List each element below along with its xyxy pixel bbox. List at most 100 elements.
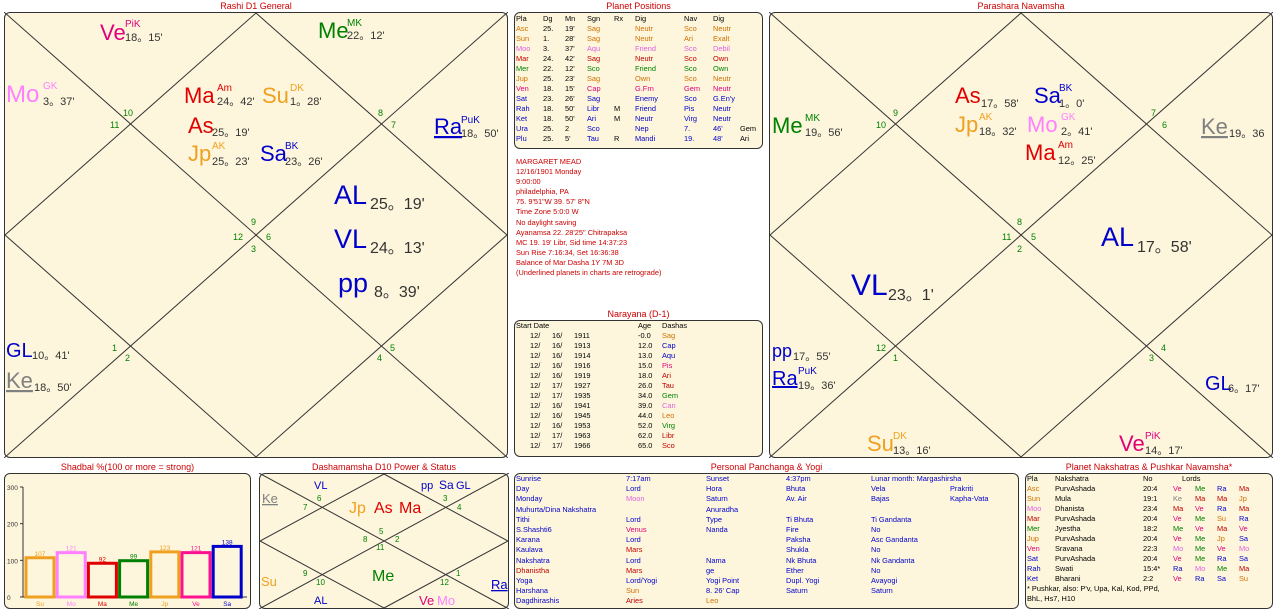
nakshatra-cell: Mo	[1195, 564, 1206, 573]
positions-cell: Gem	[684, 84, 701, 93]
rashi-mo: Mo	[6, 81, 39, 108]
narayana-header-dasha: Dashas	[662, 321, 688, 330]
positions-cell: 23.	[543, 94, 554, 103]
d10-ra: Ra	[491, 577, 508, 592]
bar-category-label: Me	[129, 601, 138, 608]
positions-cell: 50'	[565, 104, 575, 113]
positions-cell: 28'	[565, 34, 575, 43]
positions-cell: Sco	[684, 24, 697, 33]
nakshatra-cell: Ma	[1239, 504, 1250, 513]
panchang-cell: Mars	[626, 545, 643, 555]
panchang-cell: Venus	[626, 525, 647, 534]
nakshatra-table: Pla Nakshatra No Lords Asc PurvAshada 20:4 Ve Me…	[1027, 474, 1272, 608]
positions-cell: Neutr	[635, 114, 654, 123]
rashi-house-11: 11	[110, 120, 119, 130]
bar-Su	[24, 556, 56, 599]
positions-header: Mn	[565, 14, 576, 23]
narayana-year: 1916	[574, 361, 591, 370]
panchang-cell: Bajas	[871, 494, 890, 504]
positions-cell: Neutr	[713, 104, 732, 113]
positions-cell: Sco	[684, 94, 697, 103]
positions-cell: Cap	[587, 84, 601, 93]
positions-header: Dig	[713, 14, 725, 23]
narayana-dasha: Libr	[662, 431, 675, 440]
narayana-title: Narayana (D-1)	[607, 309, 670, 319]
bar-Mo	[55, 551, 87, 599]
nakshatra-cell: 23:4	[1143, 504, 1158, 513]
d10-sa: Sa	[439, 478, 454, 492]
panchang-cell: Nama	[706, 555, 726, 565]
info-line: MC 19. 19' Libr, Sid time 14:37:23	[516, 237, 628, 247]
rashi-as: As	[188, 113, 214, 138]
panchang-cell: No	[871, 565, 881, 575]
positions-header: Dg	[543, 14, 553, 23]
dasha-title: Dashamamsha D10 Power & Status	[311, 462, 457, 472]
narayana-year: 1963	[574, 431, 591, 440]
narayana-month: 12/	[530, 421, 541, 430]
d10-house-12: 12	[440, 578, 449, 587]
positions-header: Rx	[614, 14, 624, 23]
bar-category-label: Jp	[161, 601, 168, 608]
positions-cell: Tau	[587, 134, 599, 143]
nakshatra-cell: Ve	[1239, 524, 1248, 533]
panchang-cell: Vela	[871, 484, 886, 494]
info-line: philadelphia, PA	[516, 187, 569, 197]
positions-cell: 1.	[543, 34, 550, 43]
d10-ke: Ke	[262, 491, 278, 506]
narayana-age: 34.0	[638, 391, 653, 400]
bar-category-label: Ma	[98, 601, 107, 608]
info-line: MARGARET MEAD	[516, 157, 582, 166]
positions-cell: 37'	[565, 44, 575, 53]
positions-cell: Gem	[740, 124, 757, 133]
nakshatra-header: No	[1143, 474, 1153, 483]
narayana-year: 1941	[574, 401, 591, 410]
narayana-age: 13.0	[638, 351, 653, 360]
nav-vl-deg: 23。1'	[888, 287, 934, 304]
panchang-cell: Harshana	[516, 586, 549, 596]
panchang-cell: Ether	[786, 565, 804, 575]
bar-value-label: 107	[35, 551, 46, 558]
nakshatra-header: Nakshatra	[1055, 474, 1089, 483]
positions-cell: 25.	[543, 74, 554, 83]
positions-cell: Sco	[684, 64, 697, 73]
panchang-cell: Saturn	[706, 494, 728, 504]
narayana-day: 17/	[552, 441, 563, 450]
nakshatra-cell: Bharani	[1055, 574, 1081, 583]
bar-Jp	[149, 550, 181, 599]
nav-house-1: 1	[893, 353, 898, 363]
rashi-ma: Ma	[184, 83, 215, 108]
rashi-ma-sup: Am	[217, 83, 232, 94]
rashi-ve: Ve	[100, 20, 126, 45]
d10-gl: GL	[456, 480, 471, 492]
panchang-cell: Yogi Point	[706, 576, 740, 585]
rashi-ke: Ke	[6, 368, 33, 393]
rashi-ve-sup: PiK	[125, 19, 141, 30]
rashi-ke-deg: 18。50'	[34, 382, 72, 394]
rashi-title: Rashi D1 General	[220, 1, 292, 11]
narayana-age: 39.0	[638, 401, 653, 410]
rashi-chart: 10 11 8 7 9 12 6 3 1 2 5 4 Ve PiK 18。15'…	[4, 12, 508, 458]
panchang-cell: Paksha	[786, 535, 811, 545]
rashi-mo-deg: 3。37'	[43, 96, 74, 108]
planet-positions-table: Pla Dg Mn Sgn Rx Dig Nav Dig Asc 25. 19' Sag Neutr Sc…	[516, 14, 762, 148]
panchang-cell: Dupl. Yogi	[786, 576, 820, 585]
nakshatra-header: Pla	[1027, 474, 1038, 483]
rashi-house-2: 2	[125, 353, 130, 363]
nakshatra-cell: Sa	[1217, 574, 1227, 583]
panchang-cell: Dhanistha	[516, 565, 550, 575]
d10-house-7: 7	[303, 503, 308, 512]
narayana-age: 12.0	[638, 341, 653, 350]
bar-value-label: 123	[159, 545, 170, 552]
positions-cell: Ari	[684, 34, 694, 43]
positions-header: Sgn	[587, 14, 601, 23]
positions-cell: Sag	[587, 24, 601, 33]
nav-ke: Ke	[1201, 114, 1228, 139]
rashi-su-sup: DK	[290, 83, 304, 94]
positions-cell: Debil	[713, 44, 730, 53]
positions-cell: Sco	[684, 44, 697, 53]
positions-cell: Friend	[635, 104, 656, 113]
positions-cell: Neutr	[635, 54, 654, 63]
shadbal-chart: 300 200 100 0 107 Su 121 Mo 92 Ma 99 Me 123 Jp 121 Ve 13…	[7, 485, 247, 608]
rashi-su: Su	[262, 83, 289, 108]
positions-cell: R	[614, 134, 620, 143]
